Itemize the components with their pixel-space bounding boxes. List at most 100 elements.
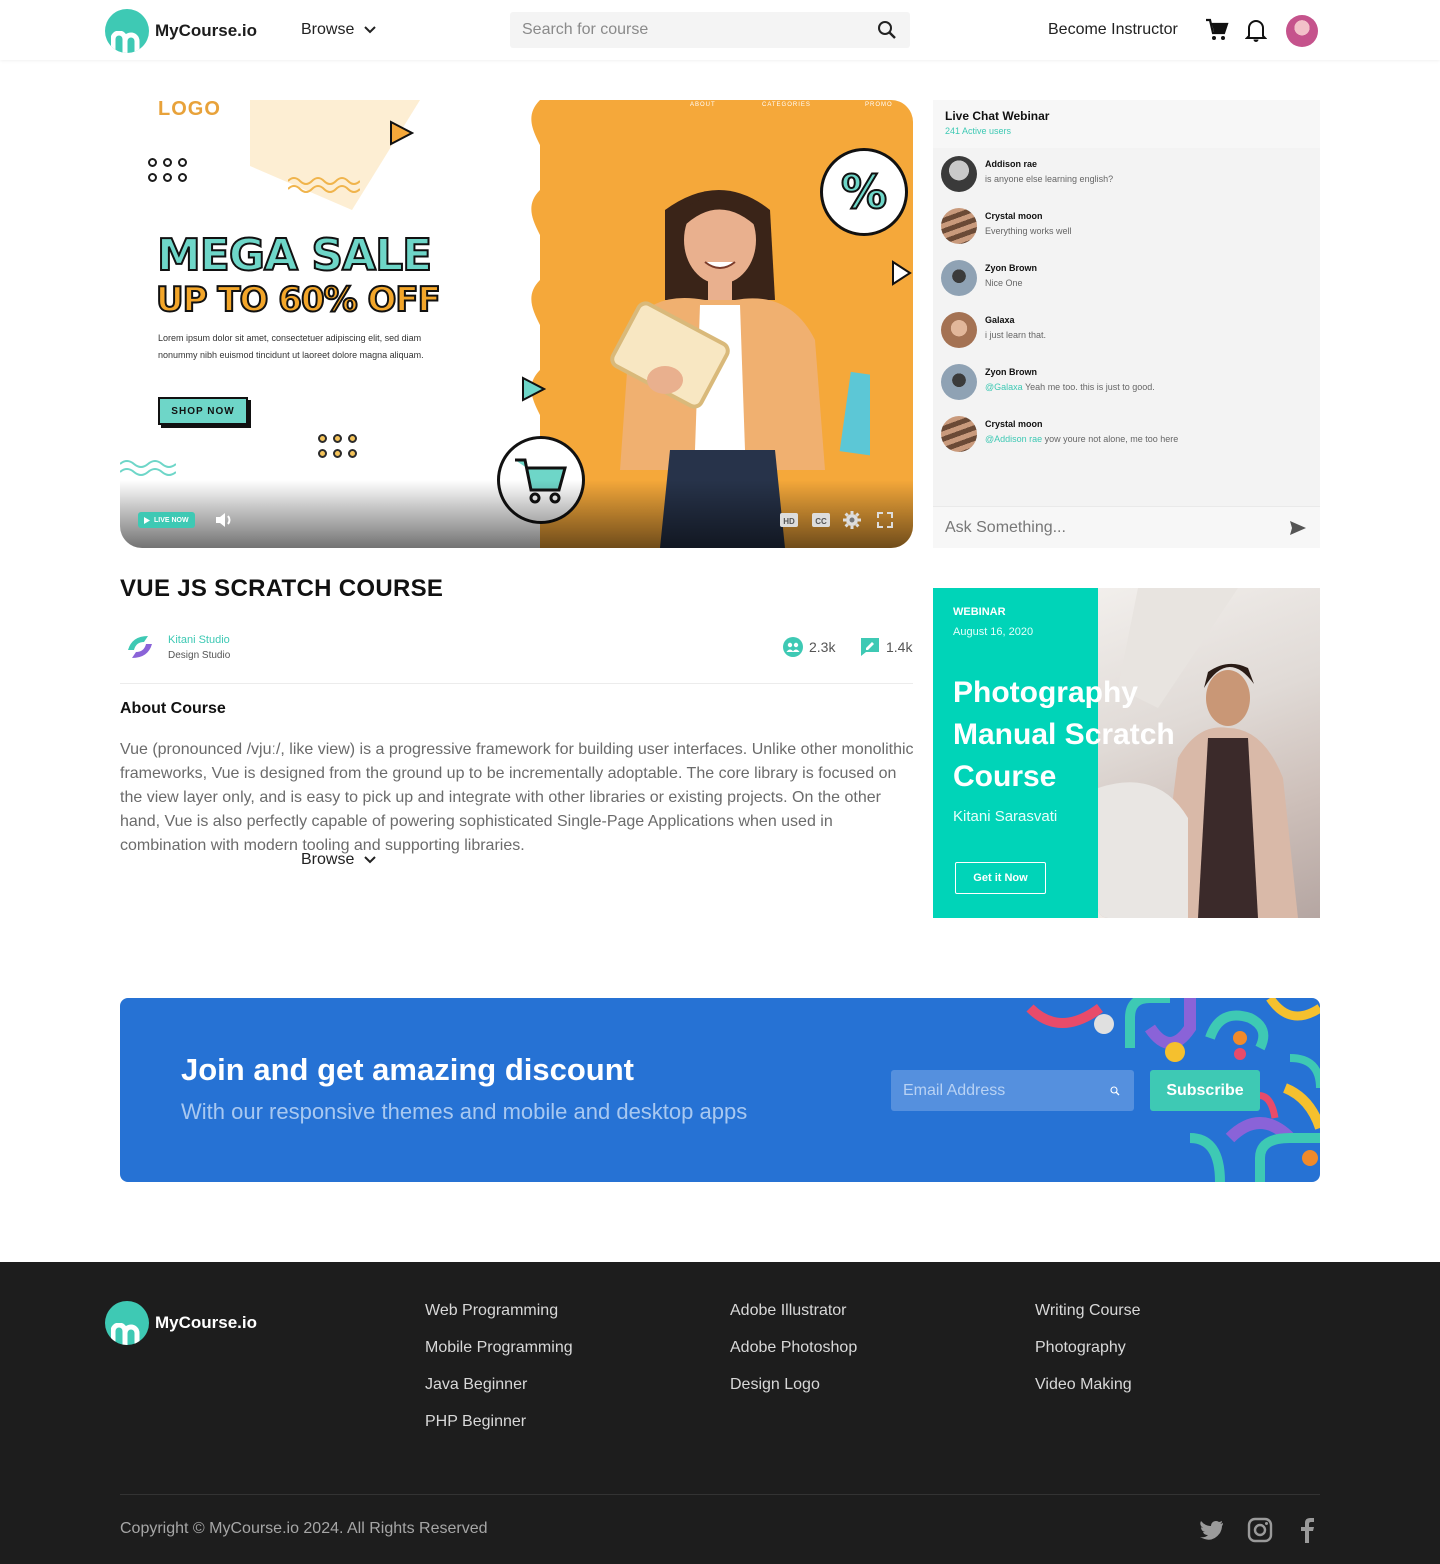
- comment-icon: [861, 638, 879, 656]
- chat-text: is anyone else learning english?: [985, 174, 1114, 184]
- cart-icon[interactable]: [1205, 18, 1229, 42]
- webinar-promo-card[interactable]: WEBINAR August 16, 2020 Photography Manu…: [933, 588, 1320, 918]
- volume-icon[interactable]: [214, 510, 234, 530]
- banner-logo: LOGO: [158, 100, 221, 120]
- banner-headline: MEGA SALE: [156, 229, 433, 282]
- cc-icon[interactable]: CC: [811, 510, 831, 530]
- footer-link[interactable]: Java Beginner: [425, 1376, 573, 1394]
- footer-link[interactable]: Adobe Photoshop: [730, 1339, 857, 1357]
- search-input[interactable]: [510, 21, 877, 39]
- play-shape-icon: [522, 376, 546, 402]
- settings-icon[interactable]: [842, 510, 862, 530]
- chat-header: Live Chat Webinar 241 Active users: [933, 100, 1320, 148]
- svg-text:CC: CC: [815, 517, 827, 526]
- fullscreen-icon[interactable]: [875, 510, 895, 530]
- wave-decoration: [120, 460, 176, 476]
- banner-subheadline: UP TO 60% OFF: [155, 279, 442, 321]
- chevron-down-icon: [364, 856, 377, 864]
- chat-message: Addison rae is anyone else learning engli…: [941, 156, 1311, 194]
- bell-icon[interactable]: [1245, 18, 1267, 42]
- chat-author: Crystal moon: [985, 419, 1043, 429]
- hd-icon[interactable]: HD: [779, 510, 799, 530]
- footer-column: Writing Course Photography Video Making: [1035, 1302, 1141, 1413]
- video-player[interactable]: ABOUT CATEGORIES PROMO LOGO MEGA SALE UP…: [120, 100, 913, 548]
- email-field-wrapper: [891, 1070, 1134, 1111]
- banner-shape: [250, 100, 420, 210]
- footer-link[interactable]: Photography: [1035, 1339, 1141, 1357]
- percent-symbol: %: [840, 164, 888, 220]
- banner-nav-categories: CATEGORIES: [762, 102, 811, 108]
- chat-text: i just learn that.: [985, 330, 1047, 340]
- search-bar: [510, 12, 910, 48]
- webinar-tag: WEBINAR: [953, 606, 1006, 618]
- svg-text:HD: HD: [783, 517, 795, 526]
- footer-link[interactable]: Design Logo: [730, 1376, 857, 1394]
- footer-divider: [120, 1494, 1320, 1495]
- wave-decoration: [288, 177, 360, 193]
- chat-avatar: [941, 208, 977, 244]
- logo-mark-icon: [105, 9, 149, 53]
- webinar-title: Photography Manual Scratch Course: [953, 676, 1175, 793]
- studio-type: Design Studio: [168, 649, 231, 661]
- instagram-icon[interactable]: [1247, 1517, 1273, 1543]
- chat-text: @Addison rae yow youre not alone, me too…: [985, 434, 1179, 444]
- banner-body-text: Lorem ipsum dolor sit amet, consectetuer…: [158, 333, 424, 360]
- logo-text: MyCourse.io: [155, 1313, 258, 1332]
- email-field[interactable]: [891, 1081, 1110, 1100]
- chat-avatar: [941, 312, 977, 348]
- footer-link[interactable]: Adobe Illustrator: [730, 1302, 857, 1320]
- search-icon[interactable]: [877, 20, 897, 40]
- about-course-heading: About Course: [120, 700, 226, 717]
- facebook-icon[interactable]: [1294, 1517, 1320, 1543]
- footer-link[interactable]: Mobile Programming: [425, 1339, 573, 1357]
- shop-now-button[interactable]: SHOP NOW: [158, 397, 248, 425]
- chat-author: Addison rae: [985, 159, 1038, 169]
- studio-name[interactable]: Kitani Studio: [168, 634, 230, 646]
- play-shape-icon: [892, 260, 912, 286]
- chat-author: Zyon Brown: [985, 263, 1037, 273]
- footer-link[interactable]: PHP Beginner: [425, 1413, 573, 1431]
- copyright-text: Copyright © MyCourse.io 2024. All Rights…: [120, 1520, 488, 1537]
- chat-text: Everything works well: [985, 226, 1072, 236]
- comments-stat: 1.4k: [860, 637, 912, 657]
- browse-label: Browse: [301, 851, 355, 868]
- footer-link[interactable]: Writing Course: [1035, 1302, 1141, 1320]
- twitter-icon[interactable]: [1199, 1517, 1225, 1543]
- users-icon: [783, 637, 803, 657]
- browse-menu-secondary[interactable]: Browse: [301, 851, 377, 869]
- footer-column: Web Programming Mobile Programming Java …: [425, 1302, 573, 1450]
- chat-author: Galaxa: [985, 315, 1015, 325]
- chat-avatar: [941, 416, 977, 452]
- chat-message-input[interactable]: [933, 518, 1290, 537]
- banner-nav-promo: PROMO: [865, 102, 893, 108]
- site-logo[interactable]: MyCourse.io: [105, 9, 257, 53]
- percent-badge: %: [820, 148, 908, 236]
- send-icon[interactable]: [1290, 520, 1306, 535]
- course-title: VUE JS SCRATCH COURSE: [120, 575, 444, 602]
- dots-decoration: [318, 434, 357, 458]
- subscribe-button[interactable]: Subscribe: [1150, 1070, 1260, 1111]
- newsletter-heading: Join and get amazing discount: [181, 1052, 634, 1087]
- browse-label: Browse: [301, 21, 355, 38]
- chat-author: Crystal moon: [985, 211, 1043, 221]
- play-shape-icon: [390, 120, 414, 146]
- avatar[interactable]: [1286, 15, 1318, 47]
- get-it-now-button[interactable]: Get it Now: [955, 862, 1046, 894]
- active-users-count: 241 Active users: [945, 126, 1012, 136]
- webinar-date: August 16, 2020: [953, 626, 1034, 638]
- top-navbar: MyCourse.io Browse Become Instructor: [0, 0, 1440, 60]
- newsletter-banner: Join and get amazing discount With our r…: [120, 998, 1320, 1182]
- footer-logo[interactable]: MyCourse.io: [105, 1301, 257, 1345]
- footer-link[interactable]: Video Making: [1035, 1376, 1141, 1394]
- chat-avatar: [941, 156, 977, 192]
- newsletter-subheading: With our responsive themes and mobile an…: [181, 1099, 748, 1124]
- logo-mark-icon: [105, 1301, 149, 1345]
- browse-menu[interactable]: Browse: [301, 21, 377, 39]
- chat-message: Crystal moon @Addison rae yow youre not a…: [941, 416, 1311, 454]
- students-count: 2.3k: [809, 639, 836, 655]
- become-instructor-link[interactable]: Become Instructor: [1048, 21, 1178, 39]
- studio-info[interactable]: Kitani Studio Design Studio: [124, 632, 230, 662]
- dots-decoration: [148, 158, 187, 182]
- footer-link[interactable]: Web Programming: [425, 1302, 573, 1320]
- play-icon: [144, 516, 150, 524]
